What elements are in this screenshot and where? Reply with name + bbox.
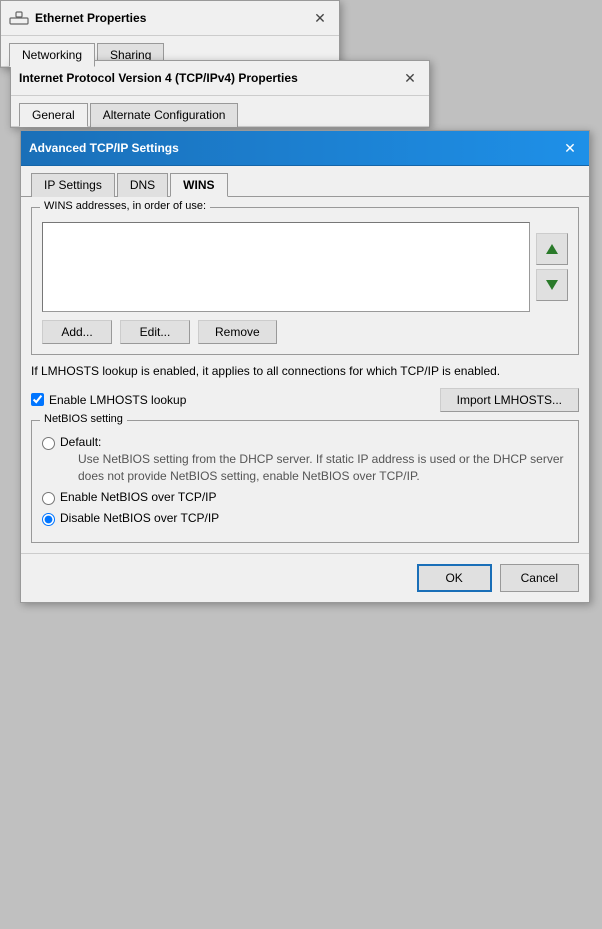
advanced-tcpip-window: Advanced TCP/IP Settings ✕ IP Settings D… [20,130,590,603]
netbios-default-label-group: Default: Use NetBIOS setting from the DH… [60,435,568,485]
ethernet-titlebar: Ethernet Properties ✕ [1,1,339,36]
netbios-default-option: Default: Use NetBIOS setting from the DH… [42,435,568,485]
enable-lmhosts-checkbox[interactable] [31,393,44,406]
tab-networking[interactable]: Networking [9,43,95,67]
netbios-disable-label: Disable NetBIOS over TCP/IP [60,511,219,525]
ethernet-close-button[interactable]: ✕ [309,7,331,29]
advanced-title-left: Advanced TCP/IP Settings [29,141,179,155]
ethernet-title-left: Ethernet Properties [9,10,146,26]
network-icon [9,10,29,26]
netbios-default-label: Default: [60,435,101,449]
tcpipv4-title-text: Internet Protocol Version 4 (TCP/IPv4) P… [19,71,298,85]
advanced-titlebar: Advanced TCP/IP Settings ✕ [21,131,589,166]
netbios-section: NetBIOS setting Default: Use NetBIOS set… [31,420,579,544]
advanced-content: WINS addresses, in order of use: [21,197,589,553]
tab-alternate-configuration[interactable]: Alternate Configuration [90,103,239,127]
netbios-legend: NetBIOS setting [40,413,127,425]
down-arrow-icon [544,277,560,293]
netbios-disable-option: Disable NetBIOS over TCP/IP [42,511,568,526]
wins-add-button[interactable]: Add... [42,320,112,344]
wins-list-area [42,222,568,312]
lmhosts-info-text: If LMHOSTS lookup is enabled, it applies… [31,363,579,380]
tcpipv4-tab-bar: General Alternate Configuration [11,96,429,127]
netbios-default-desc: Use NetBIOS setting from the DHCP server… [78,451,568,485]
wins-section-legend: WINS addresses, in order of use: [40,200,210,212]
wins-down-button[interactable] [536,269,568,301]
tab-wins[interactable]: WINS [170,173,227,197]
dialog-buttons: OK Cancel [21,553,589,602]
netbios-enable-label: Enable NetBIOS over TCP/IP [60,490,217,504]
advanced-tab-bar: IP Settings DNS WINS [21,166,589,197]
cancel-button[interactable]: Cancel [500,564,579,592]
tab-dns[interactable]: DNS [117,173,168,197]
advanced-title-text: Advanced TCP/IP Settings [29,141,179,155]
wins-up-button[interactable] [536,233,568,265]
wins-addresses-section: WINS addresses, in order of use: [31,207,579,355]
netbios-enable-radio[interactable] [42,492,55,505]
up-arrow-icon [544,241,560,257]
wins-action-buttons: Add... Edit... Remove [42,320,568,344]
advanced-close-button[interactable]: ✕ [559,137,581,159]
tcpipv4-title-left: Internet Protocol Version 4 (TCP/IPv4) P… [19,71,298,85]
netbios-default-radio[interactable] [42,437,55,450]
ok-button[interactable]: OK [417,564,492,592]
ethernet-title-text: Ethernet Properties [35,11,146,25]
wins-edit-button[interactable]: Edit... [120,320,190,344]
enable-lmhosts-label: Enable LMHOSTS lookup [49,393,186,407]
tab-general[interactable]: General [19,103,88,127]
tcpipv4-properties-window: Internet Protocol Version 4 (TCP/IPv4) P… [10,60,430,128]
wins-listbox[interactable] [42,222,530,312]
import-lmhosts-button[interactable]: Import LMHOSTS... [440,388,579,412]
netbios-enable-option: Enable NetBIOS over TCP/IP [42,490,568,505]
lmhosts-checkbox-left: Enable LMHOSTS lookup [31,393,186,407]
lmhosts-row: Enable LMHOSTS lookup Import LMHOSTS... [31,388,579,412]
wins-arrow-buttons [536,222,568,312]
tab-ip-settings[interactable]: IP Settings [31,173,115,197]
wins-remove-button[interactable]: Remove [198,320,277,344]
ethernet-properties-window: Ethernet Properties ✕ Networking Sharing [0,0,340,68]
netbios-disable-radio[interactable] [42,513,55,526]
tcpipv4-close-button[interactable]: ✕ [399,67,421,89]
